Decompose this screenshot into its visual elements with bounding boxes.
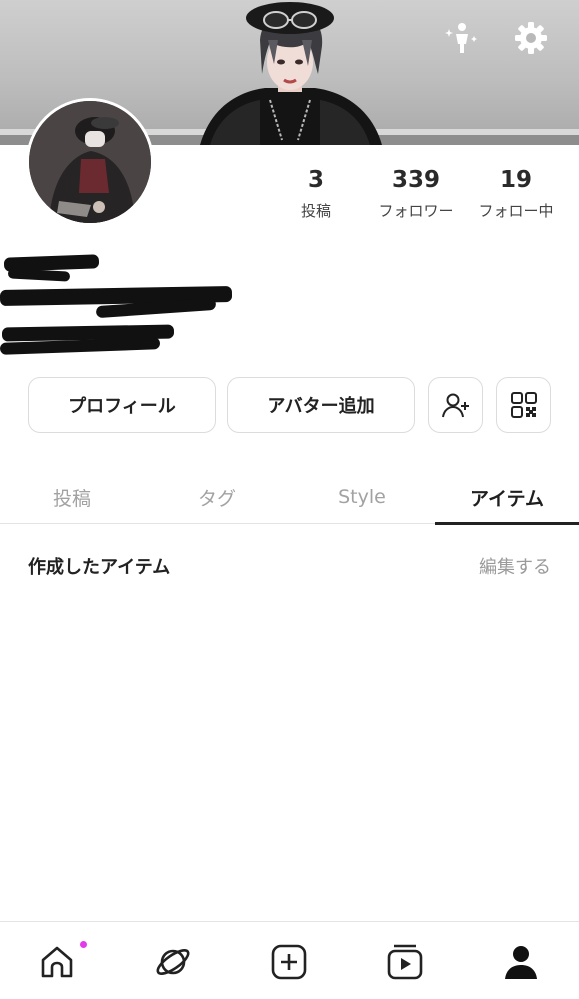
followers-count: 339 <box>391 167 440 193</box>
planet-icon <box>156 949 190 975</box>
avatar-character-image <box>200 2 382 145</box>
stat-followers[interactable]: 339 フォロワー <box>368 166 464 220</box>
add-avatar-button[interactable]: アバター追加 <box>227 377 415 433</box>
add-friend-button[interactable] <box>428 377 483 433</box>
posts-count: 3 <box>307 167 324 193</box>
video-stack-icon <box>387 944 423 980</box>
edit-link[interactable]: 編集する <box>479 553 551 579</box>
profile-avatar[interactable] <box>26 98 154 226</box>
followers-label: フォロワー <box>378 202 454 220</box>
notification-dot <box>80 941 87 948</box>
profile-tabs: 投稿 タグ Style アイテム <box>0 470 579 525</box>
nav-home[interactable] <box>35 940 79 984</box>
add-person-icon <box>441 393 469 418</box>
nav-explore[interactable] <box>151 940 195 984</box>
posts-label: 投稿 <box>300 202 331 220</box>
qr-code-icon <box>510 392 537 418</box>
home-icon <box>41 946 73 978</box>
tab-posts[interactable]: 投稿 <box>0 470 144 524</box>
pose-sparkle-icon[interactable] <box>441 18 481 58</box>
nav-create[interactable] <box>267 940 311 984</box>
qr-code-button[interactable] <box>496 377 551 433</box>
profile-button[interactable]: プロフィール <box>28 377 216 433</box>
created-items-title: 作成したアイテム <box>28 557 171 578</box>
stat-posts[interactable]: 3 投稿 <box>291 166 341 220</box>
bottom-nav <box>0 921 579 999</box>
plus-square-icon <box>271 944 307 980</box>
following-label: フォロー中 <box>478 202 554 220</box>
gear-icon[interactable] <box>511 18 551 58</box>
person-icon <box>505 946 537 979</box>
nav-profile[interactable] <box>499 940 543 984</box>
following-count: 19 <box>499 167 532 193</box>
tab-style[interactable]: Style <box>290 470 434 524</box>
nav-videos[interactable] <box>383 940 427 984</box>
tab-tags[interactable]: タグ <box>145 470 289 524</box>
tab-items[interactable]: アイテム <box>435 470 579 525</box>
stat-following[interactable]: 19 フォロー中 <box>470 166 562 220</box>
